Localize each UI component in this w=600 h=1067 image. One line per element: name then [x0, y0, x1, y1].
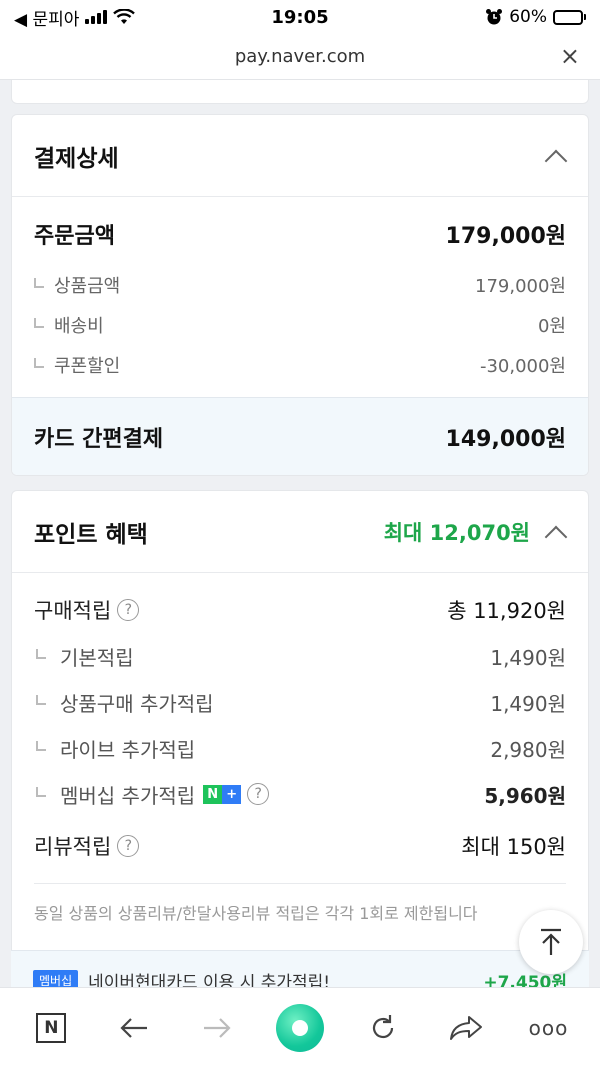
point-sub-row: 상품구매 추가적립 1,490원: [12, 679, 588, 725]
point-benefit-card: 포인트 혜택 최대 12,070원 구매적립? 총 11,920원 기본적립 1…: [11, 490, 589, 987]
browser-forward-icon: [204, 1017, 231, 1038]
point-sub-value: 1,490원: [490, 691, 566, 716]
share-button[interactable]: [436, 998, 496, 1058]
payment-detail-title: 결제상세: [34, 145, 119, 172]
status-bar: ◀ 문피아 19:05 60%: [0, 0, 600, 34]
browser-forward-button[interactable]: [187, 998, 247, 1058]
detail-label: 쿠폰할인: [54, 356, 121, 377]
point-sub-row: 라이브 추가적립 2,980원: [12, 725, 588, 771]
point-sub-value: 5,960원: [484, 783, 566, 808]
max-point-label: 최대 12,070원: [383, 520, 530, 545]
green-dot-icon: [275, 1003, 324, 1052]
status-time: 19:05: [271, 6, 329, 28]
detail-row: 배송비 0원: [12, 305, 588, 345]
detail-value: -30,000원: [479, 356, 566, 377]
review-point-value: 최대 150원: [461, 835, 566, 859]
detail-value: 179,000원: [475, 276, 566, 297]
alarm-icon: [486, 9, 503, 25]
review-notice: 동일 상품의 상품리뷰/한달사용리뷰 적립은 각각 1회로 제한됩니다: [34, 904, 478, 923]
order-amount-label: 주문금액: [34, 224, 115, 249]
point-benefit-header[interactable]: 포인트 혜택 최대 12,070원: [12, 491, 588, 573]
scroll-top-button[interactable]: [519, 910, 583, 974]
point-sub-value: 2,980원: [490, 737, 566, 762]
point-sub-label: 멤버십 추가적립: [60, 783, 196, 808]
browser-back-button[interactable]: [104, 998, 164, 1058]
point-sub-label: 라이브 추가적립: [60, 737, 196, 762]
help-icon[interactable]: ?: [247, 783, 270, 805]
point-sub-label: 상품구매 추가적립: [60, 691, 214, 716]
payment-total-value: 149,000원: [445, 426, 566, 452]
wifi-icon: [113, 9, 136, 24]
point-benefit-title: 포인트 혜택: [34, 521, 148, 548]
chevron-up-icon[interactable]: [544, 521, 566, 543]
naver-home-button[interactable]: N: [21, 998, 81, 1058]
branch-icon: [34, 318, 44, 328]
purchase-point-row: 구매적립? 총 11,920원: [12, 587, 588, 633]
refresh-button[interactable]: [353, 998, 413, 1058]
payment-method-label: 카드 간편결제: [34, 426, 164, 452]
browser-back-icon: [120, 1017, 148, 1038]
review-point-label: 리뷰적립: [34, 835, 112, 859]
branch-icon: [36, 695, 46, 705]
back-to-app-link[interactable]: ◀ 문피아: [14, 5, 79, 30]
previous-card: [11, 80, 589, 104]
payment-total-row: 카드 간편결제 149,000원: [12, 397, 588, 475]
branch-icon: [36, 787, 46, 797]
branch-icon: [34, 278, 44, 288]
refresh-icon: [372, 1014, 393, 1038]
browser-toolbar: N ooo: [0, 987, 600, 1067]
detail-label: 배송비: [54, 316, 104, 337]
url-bar: pay.naver.com ×: [0, 34, 600, 80]
purchase-point-label: 구매적립: [34, 599, 112, 623]
signal-icon: [85, 10, 108, 24]
share-icon: [449, 1015, 482, 1040]
battery-icon: [553, 9, 586, 25]
promo-banner[interactable]: 멤버십 네이버현대카드 이용 시 추가적립! +7,450원: [11, 950, 589, 987]
payment-detail-header[interactable]: 결제상세: [12, 115, 588, 197]
help-icon[interactable]: ?: [117, 835, 140, 857]
point-sub-row: 멤버십 추가적립 N + ? 5,960원: [12, 771, 588, 817]
point-sub-row: 기본적립 1,490원: [12, 633, 588, 679]
branch-icon: [36, 741, 46, 751]
detail-value: 0원: [537, 316, 566, 337]
order-amount-value: 179,000원: [445, 224, 566, 249]
point-sub-label: 기본적립: [60, 645, 134, 670]
branch-icon: [36, 649, 46, 659]
chevron-up-icon[interactable]: [544, 145, 566, 167]
battery-percent: 60%: [509, 7, 547, 27]
purchase-point-value: 총 11,920원: [447, 599, 566, 623]
naver-home-icon: N: [36, 1012, 67, 1043]
url-text: pay.naver.com: [234, 46, 366, 67]
branch-icon: [34, 358, 44, 368]
status-left: ◀ 문피아: [14, 5, 214, 30]
detail-row: 상품금액 179,000원: [12, 265, 588, 305]
detail-label: 상품금액: [54, 276, 121, 297]
green-dot-button[interactable]: [270, 998, 330, 1058]
scroll-top-icon: [541, 928, 561, 955]
promo-text: 네이버현대카드 이용 시 추가적립!: [88, 973, 331, 987]
naver-plus-badge: N +: [203, 784, 242, 804]
close-icon[interactable]: ×: [560, 44, 580, 68]
payment-detail-card: 결제상세 주문금액 179,000원 상품금액 179,000원 배송비 0원 …: [11, 114, 589, 476]
order-amount-row: 주문금액 179,000원: [12, 197, 588, 271]
point-sub-value: 1,490원: [490, 645, 566, 670]
status-right: 60%: [386, 7, 586, 27]
detail-row: 쿠폰할인 -30,000원: [12, 345, 588, 385]
review-point-row: 리뷰적립? 최대 150원: [12, 823, 588, 869]
membership-badge: 멤버십: [33, 970, 79, 987]
page-content: 결제상세 주문금액 179,000원 상품금액 179,000원 배송비 0원 …: [0, 80, 600, 987]
more-button[interactable]: ooo: [518, 998, 578, 1058]
more-icon: ooo: [528, 1015, 569, 1040]
help-icon[interactable]: ?: [117, 599, 140, 621]
